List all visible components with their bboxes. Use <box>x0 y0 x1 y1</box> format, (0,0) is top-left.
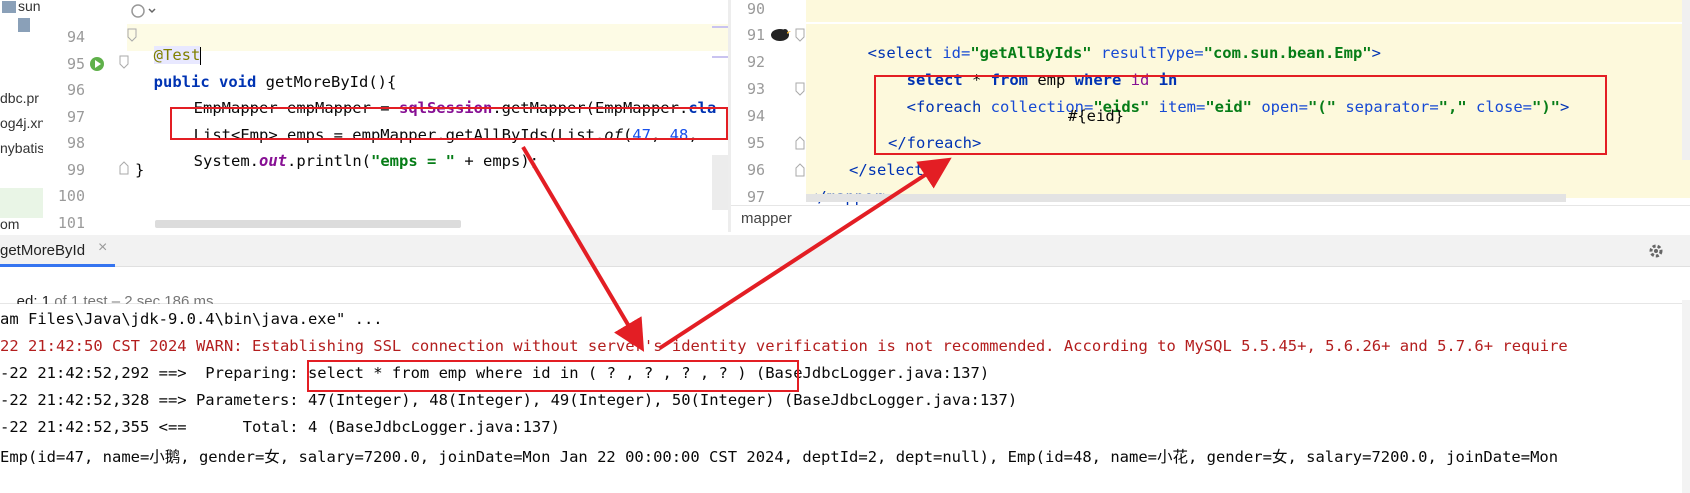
line-number: 94 <box>746 107 765 125</box>
gear-icon[interactable] <box>1647 242 1665 260</box>
fold-marker-icon[interactable] <box>795 82 805 96</box>
project-item-mybatis[interactable]: nybatis <box>0 140 43 156</box>
line-number: 99 <box>66 161 85 179</box>
line-number: 93 <box>746 80 765 98</box>
run-tool-window-header <box>0 235 1690 267</box>
line-number: 101 <box>57 214 85 232</box>
error-stripe-mark <box>712 56 728 58</box>
project-item-sun[interactable]: sun <box>2 0 41 14</box>
line-number: 97 <box>746 188 765 206</box>
left-gutter: 94 95 96 97 98 99 100 101 <box>43 0 156 232</box>
test-status-bar: ed: 1 of 1 test – 2 sec 186 ms <box>0 267 1690 310</box>
project-item-label: sun <box>18 0 41 14</box>
intention-bulb-icon[interactable] <box>130 2 158 20</box>
project-item-jdbc[interactable]: dbc.pr <box>0 90 39 106</box>
line-number: 96 <box>66 81 85 99</box>
line-number: 98 <box>66 134 85 152</box>
console-line-parameters: -22 21:42:52,328 ==> Parameters: 47(Inte… <box>0 391 1018 409</box>
line-number: 96 <box>746 161 765 179</box>
line-number: 94 <box>66 28 85 46</box>
project-tree-selection <box>0 188 43 218</box>
console-line-warning: 22 21:42:50 CST 2024 WARN: Establishing … <box>0 337 1568 355</box>
console-scrollbar[interactable] <box>1682 300 1690 493</box>
line-number: 97 <box>66 108 85 126</box>
highlight-box-sql <box>307 360 799 392</box>
line-number: 95 <box>746 134 765 152</box>
console-output[interactable]: am Files\Java\jdk-9.0.4\bin\java.exe" ..… <box>0 304 1690 493</box>
code-text: System. <box>193 152 259 170</box>
right-gutter: 90 91 92 93 94 95 96 97 <box>731 0 806 232</box>
highlight-box-foreach <box>874 75 1607 155</box>
highlight-box-method-call <box>170 107 728 140</box>
line-number: 91 <box>746 26 765 44</box>
fold-marker-icon[interactable] <box>119 55 131 69</box>
run-tab-label: getMoreById <box>0 242 86 259</box>
project-item-log4j[interactable]: og4j.xn <box>0 115 43 131</box>
console-line-total: -22 21:42:52,355 <== Total: 4 (BaseJdbcL… <box>0 418 560 436</box>
horizontal-scrollbar[interactable] <box>155 220 461 228</box>
folder-icon <box>2 1 16 14</box>
line-number: 100 <box>57 187 85 205</box>
run-test-icon[interactable] <box>88 55 106 73</box>
horizontal-scrollbar[interactable] <box>806 194 1566 202</box>
line-number: 92 <box>746 53 765 71</box>
fold-marker-icon[interactable] <box>795 136 805 150</box>
xml-value-token: "com.sun.bean.Emp" <box>1203 44 1372 62</box>
vertical-scrollbar[interactable] <box>712 155 728 210</box>
folder-icon <box>2 18 30 35</box>
code-text: + emps); <box>455 152 539 170</box>
field-token: out <box>259 152 287 170</box>
string-token: "emps = " <box>371 152 455 170</box>
close-icon[interactable]: × <box>98 239 107 257</box>
fold-marker-icon[interactable] <box>119 161 131 175</box>
console-line: am Files\Java\jdk-9.0.4\bin\java.exe" ..… <box>0 310 383 328</box>
xml-tag-token: > <box>1371 44 1381 62</box>
fold-marker-icon[interactable] <box>795 163 805 177</box>
code-line-99[interactable]: } <box>135 161 144 179</box>
error-stripe-mark <box>712 26 728 28</box>
mybatis-bird-icon[interactable] <box>769 24 791 44</box>
xml-injection-background <box>806 0 1690 22</box>
line-number: 90 <box>746 0 765 18</box>
vertical-scrollbar[interactable] <box>1682 0 1690 160</box>
xml-line-96[interactable]: </select> <box>849 161 933 179</box>
project-tree-panel[interactable]: sun dbc.pr og4j.xn nybatis om <box>0 0 44 232</box>
breadcrumb[interactable]: mapper <box>731 205 1690 233</box>
line-number: 95 <box>66 55 85 73</box>
breadcrumb-item-mapper[interactable]: mapper <box>741 210 792 227</box>
fold-marker-icon[interactable] <box>795 28 805 42</box>
code-text: .println( <box>287 152 371 170</box>
project-item-pom[interactable]: om <box>0 216 19 232</box>
console-line-result: Emp(id=47, name=小鹅, gender=女, salary=720… <box>0 448 1559 466</box>
